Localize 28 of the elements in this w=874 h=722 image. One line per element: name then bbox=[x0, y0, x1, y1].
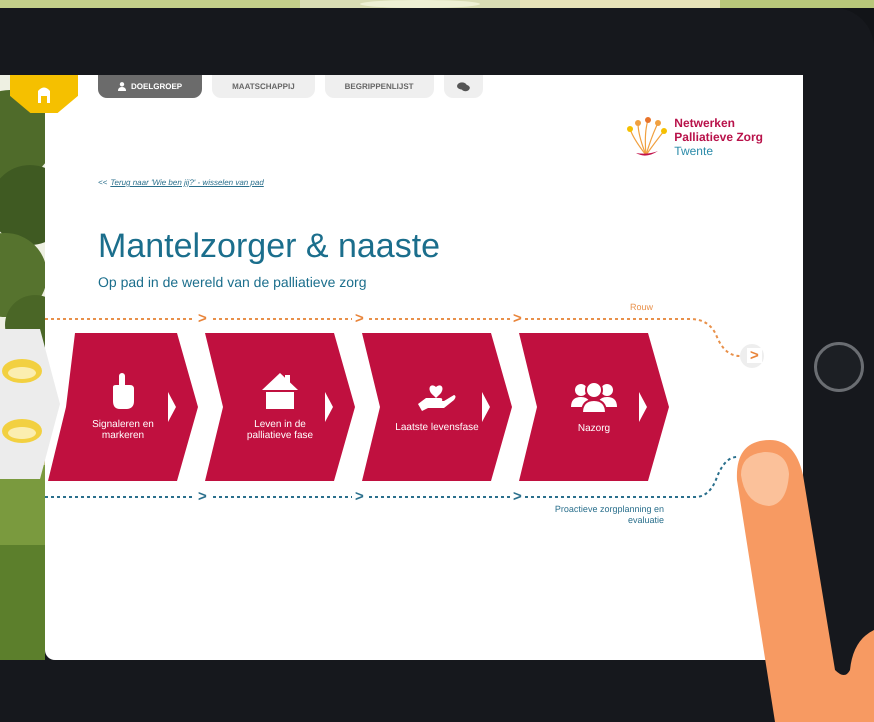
play-icon bbox=[168, 392, 176, 422]
group-icon bbox=[571, 380, 617, 412]
house-icon bbox=[262, 373, 298, 409]
person-icon bbox=[118, 82, 126, 91]
home-tab[interactable] bbox=[10, 75, 78, 113]
nav-tab[interactable]: MAATSCHAPPIJ bbox=[212, 75, 315, 98]
chat-tab[interactable] bbox=[444, 75, 483, 98]
stage-chevron[interactable]: Signaleren en markeren bbox=[48, 333, 198, 481]
pointing-hand-icon bbox=[110, 373, 136, 409]
logo-text: Twente bbox=[674, 144, 714, 158]
stage-chevron[interactable]: Leven in de palliatieve fase bbox=[205, 333, 355, 481]
chat-icon bbox=[456, 82, 470, 92]
nav-tab[interactable]: BEGRIPPENLIJST bbox=[324, 75, 434, 98]
page-subtitle: Op pad in de wereld van de palliatieve zorg bbox=[98, 274, 368, 290]
home-button[interactable] bbox=[814, 342, 864, 392]
play-icon bbox=[325, 392, 333, 422]
track-label: Rouw bbox=[630, 302, 654, 312]
back-link[interactable]: Terug naar 'Wie ben jij?' - wisselen van pad bbox=[110, 178, 264, 187]
page-title: Mantelzorger & naaste bbox=[98, 227, 442, 266]
stage-chevron[interactable]: Laatste levensfase bbox=[362, 333, 512, 481]
play-icon bbox=[482, 392, 490, 422]
stage-chevron[interactable]: Nazorg bbox=[519, 333, 669, 481]
logo-text: Netwerken bbox=[674, 116, 736, 130]
play-icon bbox=[639, 392, 647, 422]
track-label: Proactieve zorgplanning en evaluatie bbox=[554, 504, 664, 526]
nav-tab[interactable]: DOELGROEP bbox=[98, 75, 202, 98]
logo-text: Palliatieve Zorg bbox=[674, 130, 763, 144]
back-arrows: << bbox=[98, 178, 108, 187]
